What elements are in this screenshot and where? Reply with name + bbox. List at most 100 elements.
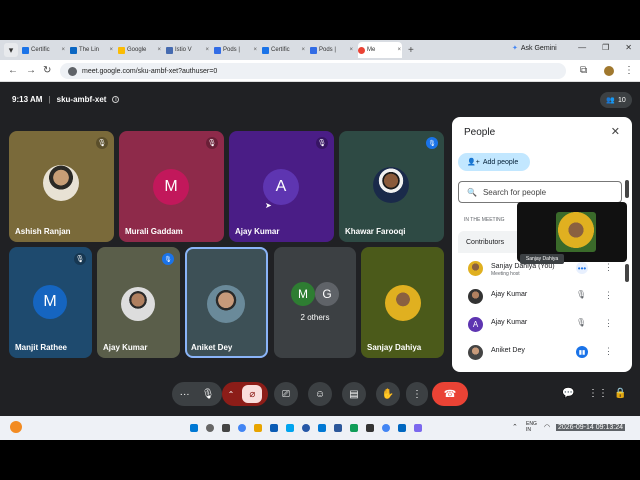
participant-tile[interactable]: A 🎙 Ajay Kumar ➤ xyxy=(229,131,334,242)
tab-label: Certific xyxy=(31,47,50,53)
participant-row[interactable]: Ajay Kumar 🎙 ⋮ xyxy=(458,285,618,309)
app-icon[interactable] xyxy=(350,424,358,432)
window-controls: — ❐ ✕ xyxy=(578,43,632,52)
outlook-icon[interactable] xyxy=(318,424,326,432)
meeting-time: 9:13 AM xyxy=(12,95,43,104)
info-icon[interactable]: i xyxy=(112,96,120,103)
task-view-icon[interactable] xyxy=(222,424,230,432)
tab-search-icon[interactable]: ▾ xyxy=(4,43,18,57)
browser-tab-7[interactable]: Pods | × xyxy=(310,42,354,58)
tab-close-icon[interactable]: × xyxy=(301,47,305,53)
tab-close-icon[interactable]: × xyxy=(157,47,161,53)
browser-tab-1[interactable]: Certific × xyxy=(22,42,66,58)
tab-close-icon[interactable]: × xyxy=(253,47,257,53)
chrome-icon[interactable] xyxy=(238,424,246,432)
ask-gemini-button[interactable]: ✦ Ask Gemini xyxy=(512,44,557,53)
url-bar[interactable]: meet.google.com/sku-ambf-xet?authuser=0 xyxy=(60,63,566,79)
reactions-button[interactable]: ☺ xyxy=(308,382,332,406)
hp-icon[interactable] xyxy=(302,424,310,432)
people-search-input[interactable]: 🔍 Search for people xyxy=(458,181,622,203)
others-tile[interactable]: M G 2 others xyxy=(274,247,356,358)
chevron-up-icon[interactable]: ⌃ xyxy=(228,390,235,399)
browser-tab-5[interactable]: Pods | × xyxy=(214,42,258,58)
captions-button[interactable]: ▤ xyxy=(342,382,366,406)
file-explorer-icon[interactable] xyxy=(254,424,262,432)
more-controls-icon[interactable]: ··· xyxy=(180,389,190,400)
host-controls-icon[interactable]: 🔒 xyxy=(614,388,626,399)
new-tab-button[interactable]: + xyxy=(408,45,414,56)
present-screen-button[interactable]: ⎚ xyxy=(274,382,298,406)
chat-icon[interactable]: 💬 xyxy=(562,388,574,399)
tray-chevron-icon[interactable]: ⌃ xyxy=(512,423,518,431)
more-options-icon[interactable]: ⋮ xyxy=(604,318,613,329)
tab-favicon xyxy=(22,46,29,54)
language-indicator[interactable]: ENG IN xyxy=(526,421,537,433)
preview-photo xyxy=(556,212,596,252)
raise-hand-button[interactable]: ✋ xyxy=(376,382,400,406)
more-options-icon[interactable]: ⋮ xyxy=(604,262,613,273)
participant-tile[interactable]: 🎙 Ajay Kumar xyxy=(97,247,180,358)
add-people-button[interactable]: 👤+ Add people xyxy=(458,153,530,171)
teams-icon[interactable] xyxy=(270,424,278,432)
terminal-icon[interactable] xyxy=(366,424,374,432)
leave-call-button[interactable]: ☎ xyxy=(432,382,468,406)
reload-icon[interactable]: ↻ xyxy=(43,65,51,76)
browser-tab-3[interactable]: Google × xyxy=(118,42,162,58)
site-info-icon[interactable] xyxy=(68,66,77,76)
participant-photo xyxy=(207,285,245,323)
close-window-icon[interactable]: ✕ xyxy=(625,43,632,52)
store-icon[interactable] xyxy=(286,424,294,432)
system-clock[interactable]: 2026-09-14 09:13:24 xyxy=(556,424,625,431)
wifi-icon[interactable]: ◠ xyxy=(544,423,550,431)
participant-tile[interactable]: Sanjay Dahiya xyxy=(361,247,444,358)
participant-photo xyxy=(385,285,421,321)
ask-gemini-label: Ask Gemini xyxy=(520,44,557,52)
more-options-icon[interactable]: ⋮ xyxy=(604,290,613,301)
avatar-initial: G xyxy=(322,287,332,301)
back-icon[interactable]: ← xyxy=(8,65,18,76)
close-panel-icon[interactable]: ✕ xyxy=(611,125,620,138)
restore-icon[interactable]: ❐ xyxy=(602,43,609,52)
profile-avatar[interactable] xyxy=(604,66,614,76)
tab-close-icon[interactable]: × xyxy=(397,47,401,53)
chrome-icon[interactable] xyxy=(382,424,390,432)
participant-row[interactable]: Aniket Dey ▮▮ ⋮ xyxy=(458,341,618,365)
scrollbar-thumb[interactable] xyxy=(625,180,629,198)
browser-menu-icon[interactable]: ⋮ xyxy=(624,65,634,76)
participant-tile-pinned[interactable]: Aniket Dey xyxy=(185,247,268,358)
weather-icon[interactable] xyxy=(10,421,22,433)
participant-name: Ajay Kumar xyxy=(103,343,148,352)
tab-close-icon[interactable]: × xyxy=(349,47,353,53)
camera-off-icon[interactable]: ⌀ xyxy=(242,385,263,403)
more-options-button[interactable]: ⋮ xyxy=(406,382,428,406)
recording-icon xyxy=(358,46,365,54)
tab-close-icon[interactable]: × xyxy=(61,47,65,53)
app-icon[interactable] xyxy=(398,424,406,432)
browser-tab-active-meet[interactable]: Me × xyxy=(358,42,402,58)
microphone-icon[interactable]: 🎙 xyxy=(202,389,215,400)
tab-close-icon[interactable]: × xyxy=(109,47,113,53)
participants-count-button[interactable]: 👥 10 xyxy=(600,92,632,108)
extensions-icon[interactable]: ⧉ xyxy=(580,65,587,76)
scrollbar-thumb[interactable] xyxy=(625,264,629,282)
browser-tab-4[interactable]: Istio V × xyxy=(166,42,210,58)
participant-tile[interactable]: M 🎙 Manjit Rathee xyxy=(9,247,92,358)
vscode-icon[interactable] xyxy=(334,424,342,432)
minimize-icon[interactable]: — xyxy=(578,43,586,52)
start-icon[interactable] xyxy=(190,424,198,432)
search-icon[interactable] xyxy=(206,424,214,432)
participant-row[interactable]: A Ajay Kumar 🎙 ⋮ xyxy=(458,313,618,337)
more-options-icon[interactable]: ⋮ xyxy=(604,346,613,357)
participant-tile[interactable]: M 🎙 Murali Gaddam xyxy=(119,131,224,242)
participant-tile[interactable]: 🎙 Ashish Ranjan xyxy=(9,131,114,242)
browser-tab-6[interactable]: Certific × xyxy=(262,42,306,58)
forward-icon[interactable]: → xyxy=(26,65,36,76)
mic-off-icon[interactable]: 🎙 xyxy=(576,318,586,327)
tab-label: Me xyxy=(367,47,376,53)
mic-off-icon[interactable]: 🎙 xyxy=(576,290,586,299)
activities-icon[interactable]: ⋮⋮ xyxy=(588,388,608,399)
app-icon[interactable] xyxy=(414,424,422,432)
participant-tile[interactable]: 🎙 Khawar Farooqi xyxy=(339,131,444,242)
tab-close-icon[interactable]: × xyxy=(205,47,209,53)
browser-tab-2[interactable]: The Lin × xyxy=(70,42,114,58)
